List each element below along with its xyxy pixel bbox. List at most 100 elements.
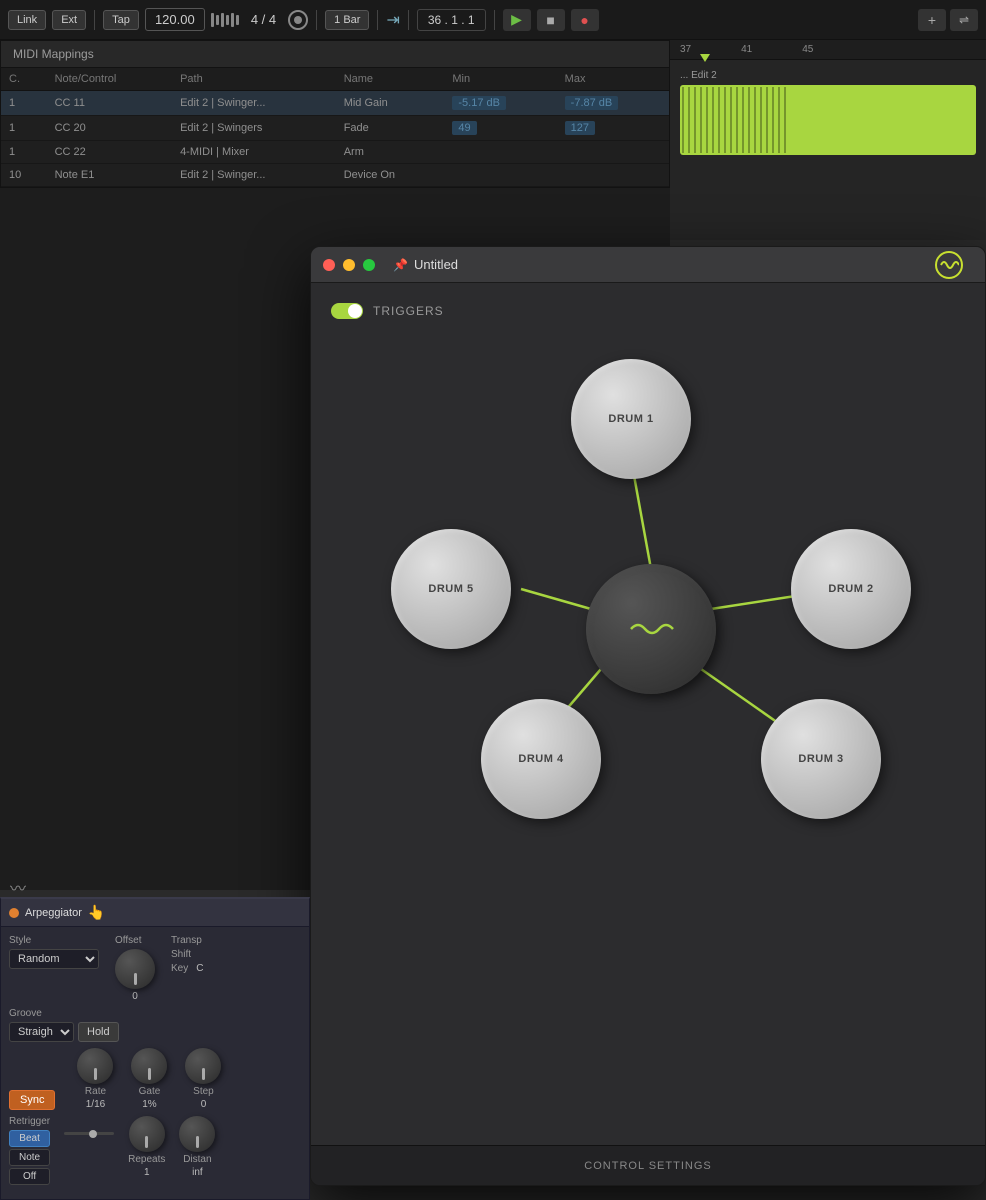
ruler-mark-37: 37 bbox=[680, 44, 691, 55]
plugin-title-area: 📌 Untitled bbox=[383, 251, 973, 279]
gate-knob[interactable] bbox=[131, 1048, 167, 1084]
repeats-knob[interactable] bbox=[129, 1116, 165, 1152]
divider-4 bbox=[408, 10, 409, 30]
style-select[interactable]: Random Up Down bbox=[9, 949, 99, 969]
midi-mappings-table: C. Note/Control Path Name Min Max 1 CC 1… bbox=[1, 68, 669, 187]
retrigger-note-button[interactable]: Note bbox=[9, 1149, 50, 1166]
arp-status-dot bbox=[9, 908, 19, 918]
transp-col: Transp Shift Key C bbox=[171, 935, 203, 974]
drum-2-label: DRUM 2 bbox=[828, 583, 873, 595]
retrigger-beat-button[interactable]: Beat bbox=[9, 1130, 50, 1147]
center-wave-icon bbox=[626, 619, 676, 639]
timeline-area: 37 41 45 ... Edit 2 bbox=[670, 40, 986, 240]
pin-icon: 📌 bbox=[393, 258, 408, 272]
transp-row: Shift bbox=[171, 949, 203, 960]
hold-button[interactable]: Hold bbox=[78, 1022, 119, 1042]
top-right-buttons: + ⇌ bbox=[918, 9, 978, 31]
distance-knob-container: Distan inf bbox=[179, 1116, 215, 1178]
retrigger-off-button[interactable]: Off bbox=[9, 1168, 50, 1185]
timeline-track: ... Edit 2 bbox=[670, 60, 986, 165]
steps-knob[interactable] bbox=[185, 1048, 221, 1084]
midi-mappings-header: MIDI Mappings bbox=[1, 41, 669, 68]
col-path: Path bbox=[172, 68, 336, 91]
plugin-name: 📌 Untitled bbox=[393, 257, 458, 272]
table-row[interactable]: 10 Note E1 Edit 2 | Swinger... Device On bbox=[1, 164, 669, 187]
control-settings-label: CONTROL SETTINGS bbox=[584, 1160, 711, 1172]
shift-label: Shift bbox=[171, 949, 191, 960]
rate-knob[interactable] bbox=[77, 1048, 113, 1084]
cell-ch: 1 bbox=[1, 116, 47, 141]
triggers-toggle[interactable] bbox=[331, 303, 363, 319]
drum-5-node[interactable]: DRUM 5 bbox=[391, 529, 511, 649]
arp-title: Arpeggiator bbox=[25, 907, 82, 919]
repeats-slider[interactable] bbox=[64, 1132, 114, 1135]
plugin-logo-button[interactable] bbox=[935, 251, 963, 279]
arpeggiator-panel: Arpeggiator 👆 Style Random Up Down Offse… bbox=[0, 897, 310, 1200]
plugin-titlebar: 📌 Untitled bbox=[311, 247, 985, 283]
logo-wave-icon bbox=[939, 259, 959, 271]
close-button[interactable] bbox=[323, 259, 335, 271]
table-row[interactable]: 1 CC 20 Edit 2 | Swingers Fade 49 127 bbox=[1, 116, 669, 141]
timeline-ruler: 37 41 45 bbox=[670, 40, 986, 60]
drum-1-node[interactable]: DRUM 1 bbox=[571, 359, 691, 479]
divider-5 bbox=[494, 10, 495, 30]
groove-col: Groove Straight Shuffle Hold bbox=[9, 1008, 119, 1042]
drum-canvas: DRUM 1 DRUM 2 DRUM 3 DRUM 4 DRUM 5 bbox=[331, 339, 971, 919]
rate-knob-container: Rate 1/16 bbox=[77, 1048, 113, 1110]
cell-name: Device On bbox=[336, 164, 445, 187]
cell-path: Edit 2 | Swinger... bbox=[172, 164, 336, 187]
col-max: Max bbox=[557, 68, 669, 91]
track-clip[interactable] bbox=[680, 85, 976, 155]
record-circle[interactable] bbox=[288, 10, 308, 30]
offset-knob-container: 0 bbox=[115, 949, 155, 1002]
table-row[interactable]: 1 CC 22 4-MIDI | Mixer Arm bbox=[1, 141, 669, 164]
record-button[interactable]: ● bbox=[571, 9, 599, 31]
minimize-button[interactable] bbox=[343, 259, 355, 271]
cell-ch: 1 bbox=[1, 91, 47, 116]
tap-button[interactable]: Tap bbox=[103, 10, 139, 30]
maximize-button[interactable] bbox=[363, 259, 375, 271]
goto-button[interactable]: ⇥ bbox=[386, 10, 399, 30]
drum-2-node[interactable]: DRUM 2 bbox=[791, 529, 911, 649]
cell-ch: 1 bbox=[1, 141, 47, 164]
sync-button[interactable]: Sync bbox=[9, 1090, 55, 1110]
add-button[interactable]: + bbox=[918, 9, 946, 31]
table-row[interactable]: 1 CC 11 Edit 2 | Swinger... Mid Gain -5.… bbox=[1, 91, 669, 116]
drum-4-node[interactable]: DRUM 4 bbox=[481, 699, 601, 819]
position-display: 36 . 1 . 1 bbox=[417, 9, 486, 31]
cell-min: 49 bbox=[444, 116, 556, 141]
center-node[interactable] bbox=[586, 564, 716, 694]
arp-header: Arpeggiator 👆 bbox=[1, 899, 309, 927]
cell-control: CC 22 bbox=[47, 141, 172, 164]
link-button[interactable]: Link bbox=[8, 10, 46, 30]
cell-control: CC 20 bbox=[47, 116, 172, 141]
bar-selector[interactable]: 1 Bar bbox=[325, 10, 369, 30]
play-button[interactable]: ▶ bbox=[503, 9, 531, 31]
plugin-window: 📌 Untitled TRIGGERS bbox=[310, 246, 986, 1186]
ext-button[interactable]: Ext bbox=[52, 10, 86, 30]
cell-path: Edit 2 | Swingers bbox=[172, 116, 336, 141]
steps-knob-container: Step 0 bbox=[185, 1048, 221, 1110]
playhead-indicator bbox=[700, 54, 710, 62]
groove-select[interactable]: Straight Shuffle bbox=[9, 1022, 74, 1042]
retrigger-label: Retrigger bbox=[9, 1116, 50, 1127]
offset-knob[interactable] bbox=[115, 949, 155, 989]
control-settings-bar[interactable]: CONTROL SETTINGS bbox=[311, 1145, 985, 1185]
bpm-display[interactable]: 120.00 bbox=[145, 8, 205, 31]
stop-button[interactable]: ■ bbox=[537, 9, 565, 31]
transp-label: Transp bbox=[171, 935, 203, 946]
repeats-value: 1 bbox=[144, 1167, 150, 1178]
arp-row-1: Style Random Up Down Offset 0 Transp Shi… bbox=[9, 935, 301, 1002]
col-control: Note/Control bbox=[47, 68, 172, 91]
distance-knob[interactable] bbox=[179, 1116, 215, 1152]
key-label: Key bbox=[171, 963, 188, 974]
top-bar: Link Ext Tap 120.00 4 / 4 1 Bar ⇥ 36 . 1… bbox=[0, 0, 986, 40]
steps-value: 0 bbox=[201, 1099, 207, 1110]
track-label: ... Edit 2 bbox=[680, 70, 976, 81]
drum-3-node[interactable]: DRUM 3 bbox=[761, 699, 881, 819]
groove-controls: Straight Shuffle Hold bbox=[9, 1022, 119, 1042]
loop-button[interactable]: ⇌ bbox=[950, 9, 978, 31]
arp-body: Style Random Up Down Offset 0 Transp Shi… bbox=[1, 927, 309, 1199]
triggers-section: TRIGGERS bbox=[311, 283, 985, 939]
col-min: Min bbox=[444, 68, 556, 91]
